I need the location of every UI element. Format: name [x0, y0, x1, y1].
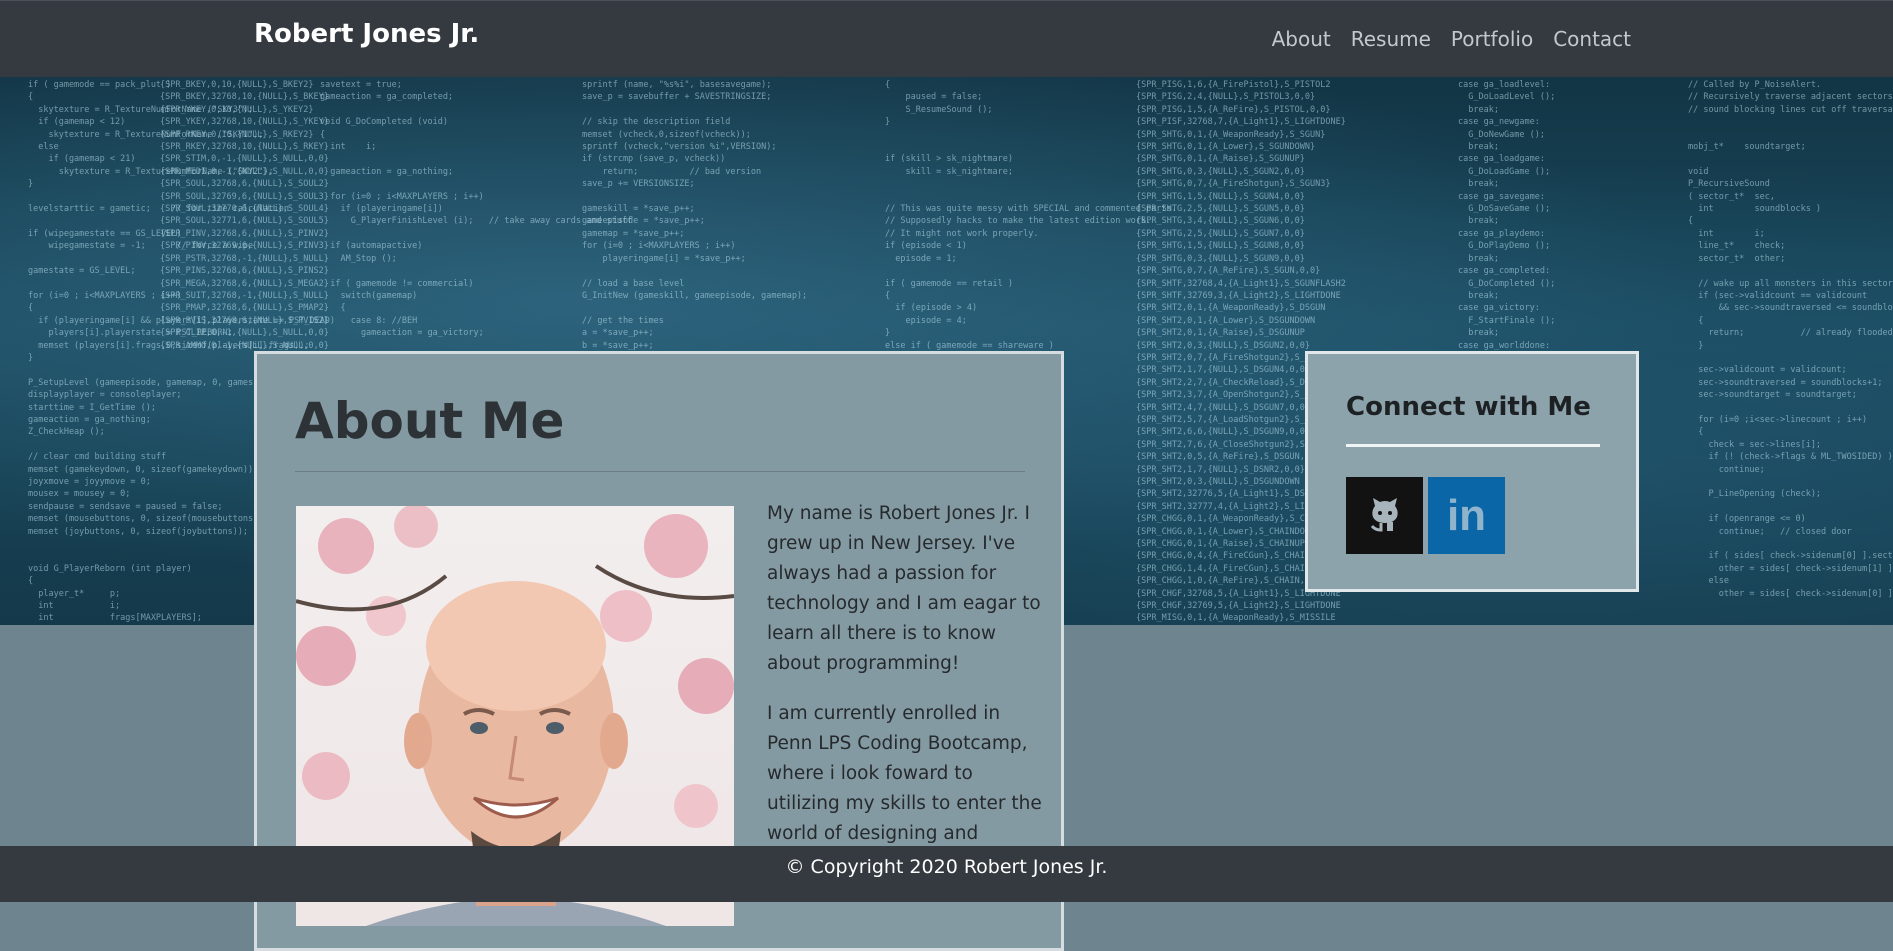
copyright-text: © Copyright 2020 Robert Jones Jr. — [785, 856, 1108, 878]
about-title: About Me — [295, 392, 565, 450]
connect-title: Connect with Me — [1346, 392, 1591, 422]
nav-link-contact[interactable]: Contact — [1553, 27, 1631, 51]
github-icon — [1363, 492, 1407, 540]
code-column: { paused = false; S_ResumeSound (); } if… — [885, 80, 1177, 351]
about-paragraph: I am currently enrolled in Penn LPS Codi… — [767, 703, 1042, 844]
github-link[interactable] — [1346, 477, 1423, 554]
connect-divider — [1346, 444, 1600, 447]
nav-link-about[interactable]: About — [1272, 27, 1331, 51]
navbar: Robert Jones Jr. About Resume Portfolio … — [0, 0, 1893, 77]
code-column: {SPR_BKEY,0,10,{NULL},S_BKEY2} {SPR_BKEY… — [160, 80, 329, 351]
brand-link[interactable]: Robert Jones Jr. — [254, 19, 479, 49]
about-paragraph: My name is Robert Jones Jr. I grew up in… — [767, 503, 1041, 674]
nav-link-resume[interactable]: Resume — [1351, 27, 1431, 51]
nav-link-portfolio[interactable]: Portfolio — [1451, 27, 1533, 51]
linkedin-icon: in — [1446, 490, 1487, 540]
footer: © Copyright 2020 Robert Jones Jr. — [0, 846, 1893, 902]
connect-card: Connect with Me in — [1305, 351, 1639, 592]
nav-links: About Resume Portfolio Contact — [1272, 27, 1631, 51]
about-divider — [295, 471, 1025, 472]
about-text: My name is Robert Jones Jr. I grew up in… — [767, 499, 1042, 869]
code-column: // Called by P_NoiseAlert. // Recursivel… — [1688, 80, 1893, 599]
linkedin-link[interactable]: in — [1428, 477, 1505, 554]
code-column: sprintf (name, "%s%i", basesavegame); sa… — [582, 80, 808, 363]
